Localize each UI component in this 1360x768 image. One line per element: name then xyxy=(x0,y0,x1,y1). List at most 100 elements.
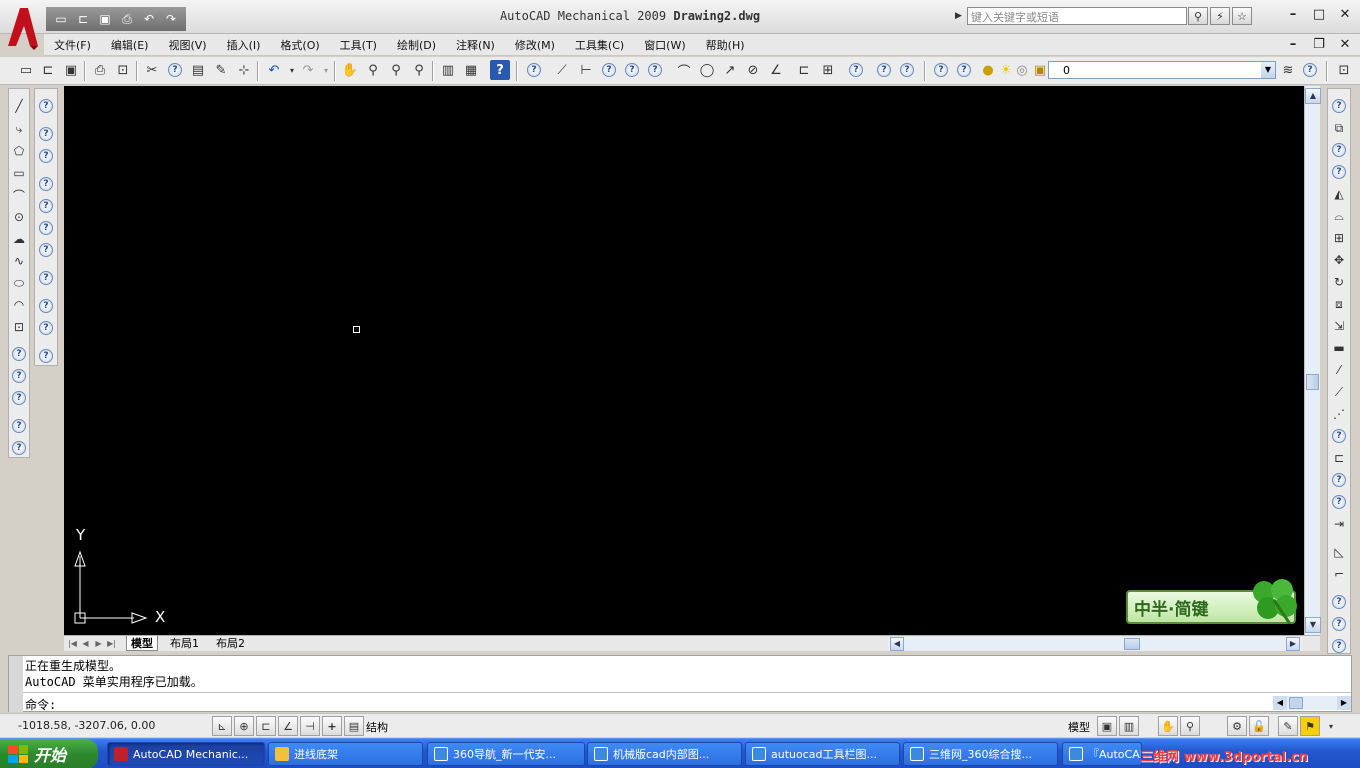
quick-view-layouts-icon[interactable]: ▣ xyxy=(1097,716,1117,736)
vertical-scrollbar[interactable]: ▲ ▼ xyxy=(1304,86,1321,635)
tool-unknown-icon[interactable]: ? xyxy=(36,297,56,315)
redo-icon[interactable]: ↷ xyxy=(162,10,180,28)
tool-unknown-icon[interactable]: ? xyxy=(846,60,866,80)
layer-properties-icon[interactable]: ≋ xyxy=(1278,60,1298,80)
cut-icon[interactable]: ✂ xyxy=(142,60,162,80)
undo-icon[interactable]: ↶ xyxy=(140,10,158,28)
chamfer-icon[interactable]: ◺ xyxy=(1329,543,1349,561)
taskbar-item[interactable]: autuocad工具栏图... xyxy=(745,742,900,766)
tool-unknown-icon[interactable]: ? xyxy=(1329,427,1349,445)
tool-unknown-icon[interactable]: ? xyxy=(9,439,29,457)
copy-object-icon[interactable]: ⧉ xyxy=(1329,119,1349,137)
tool-unknown-icon[interactable]: ? xyxy=(622,60,642,80)
properties-right-icon[interactable]: ⊡ xyxy=(1334,60,1354,80)
layer-dropdown[interactable]: 0 ▼ xyxy=(1048,61,1276,79)
zoom-previous-icon[interactable]: ⚲ xyxy=(409,60,429,80)
mirror-icon[interactable]: ◭ xyxy=(1329,185,1349,203)
redo-icon[interactable]: ↷ xyxy=(298,60,318,80)
menu-help[interactable]: 帮助(H) xyxy=(696,37,755,53)
menu-format[interactable]: 格式(O) xyxy=(270,37,329,53)
minimize-window-icon[interactable]: – xyxy=(1286,8,1300,22)
taskbar-item[interactable]: 360导航_新一代安... xyxy=(427,742,585,766)
plot-preview-icon[interactable]: ⊡ xyxy=(113,60,133,80)
communication-icon[interactable]: ⚑ xyxy=(1300,716,1320,736)
menu-window[interactable]: 窗口(W) xyxy=(634,37,695,53)
tool-unknown-icon[interactable]: ? xyxy=(36,125,56,143)
new-file-icon[interactable]: ▭ xyxy=(52,10,70,28)
scroll-right-icon[interactable]: ▶ xyxy=(1337,696,1351,710)
match-properties-icon[interactable]: ✎ xyxy=(211,60,231,80)
object-snap-tracking-icon[interactable]: + xyxy=(322,716,342,736)
diameter-dimension-icon[interactable]: ⊘ xyxy=(743,60,763,80)
last-tab-icon[interactable]: ▶| xyxy=(106,638,117,649)
break-at-point-icon[interactable]: ⟋ xyxy=(1329,383,1349,401)
zoom-icon[interactable]: ⚲ xyxy=(1180,716,1200,736)
save-icon[interactable]: ▣ xyxy=(96,10,114,28)
block-editor-icon[interactable]: ⊹ xyxy=(234,60,254,80)
fillet-icon[interactable]: ⌐ xyxy=(1329,565,1349,583)
tool-unknown-icon[interactable]: ? xyxy=(599,60,619,80)
tool-unknown-icon[interactable]: ? xyxy=(1329,141,1349,159)
tool-unknown-icon[interactable]: ? xyxy=(645,60,665,80)
prev-tab-icon[interactable]: ◀ xyxy=(80,638,91,649)
extend-icon[interactable]: ⁄ xyxy=(1329,361,1349,379)
join-icon[interactable]: ⊏ xyxy=(1329,449,1349,467)
insert-block-icon[interactable]: ⊡ xyxy=(9,318,29,336)
menu-toolsets[interactable]: 工具集(C) xyxy=(565,37,634,53)
snap-mode-icon[interactable]: ⊾ xyxy=(212,716,232,736)
tab-layout1[interactable]: 布局1 xyxy=(166,636,203,651)
taskbar-item[interactable]: 机械版cad内部图... xyxy=(587,742,742,766)
quick-view-drawings-icon[interactable]: ▥ xyxy=(1119,716,1139,736)
command-scroll-thumb[interactable] xyxy=(1289,697,1303,709)
coordinate-readout[interactable]: -1018.58, -3207.06, 0.00 xyxy=(18,719,155,732)
menu-file[interactable]: 文件(F) xyxy=(44,37,101,53)
pan-icon[interactable]: ✋ xyxy=(1158,716,1178,736)
structure-label[interactable]: 结构 xyxy=(366,719,388,735)
layer-on-bulb-icon[interactable]: ● xyxy=(978,60,998,80)
undo-icon[interactable]: ↶ xyxy=(264,60,284,80)
tool-unknown-icon[interactable]: ? xyxy=(954,60,974,80)
polygon-icon[interactable]: ⬠ xyxy=(9,142,29,160)
tool-unknown-icon[interactable]: ? xyxy=(36,347,56,365)
tool-unknown-icon[interactable]: ? xyxy=(36,219,56,237)
command-window-grip[interactable] xyxy=(9,656,23,712)
help-book-icon[interactable]: ? xyxy=(490,60,510,80)
array-icon[interactable]: ⊞ xyxy=(1329,229,1349,247)
lock-toolbar-icon[interactable]: 🔓 xyxy=(1249,716,1269,736)
radius-dimension-icon[interactable]: ◯ xyxy=(697,60,717,80)
move-icon[interactable]: ✥ xyxy=(1329,251,1349,269)
taskbar-item[interactable]: 三维网_360综合搜... xyxy=(903,742,1058,766)
lengthen-icon[interactable]: ⇥ xyxy=(1329,515,1349,533)
properties-icon[interactable]: ▥ xyxy=(438,60,458,80)
taskbar-item[interactable]: 进线底架 xyxy=(268,742,423,766)
object-snap-icon[interactable]: ⊣ xyxy=(300,716,320,736)
calculator-icon[interactable]: ▦ xyxy=(461,60,481,80)
tool-unknown-icon[interactable]: ? xyxy=(1329,593,1349,611)
line-icon[interactable]: ╱ xyxy=(9,97,29,115)
tool-unknown-icon[interactable]: ? xyxy=(524,60,544,80)
scroll-right-icon[interactable]: ▶ xyxy=(1286,637,1300,651)
open-folder-icon[interactable]: ⊏ xyxy=(74,10,92,28)
tool-unknown-icon[interactable]: ? xyxy=(931,60,951,80)
menu-edit[interactable]: 编辑(E) xyxy=(101,37,159,53)
break-icon[interactable]: ⋰ xyxy=(1329,405,1349,423)
tray-settings-icon[interactable]: ✎ xyxy=(1278,716,1298,736)
spline-icon[interactable]: ∿ xyxy=(9,252,29,270)
chevron-down-icon[interactable]: ▼ xyxy=(1261,62,1275,78)
tab-model[interactable]: 模型 xyxy=(126,636,158,651)
zoom-window-icon[interactable]: ⚲ xyxy=(386,60,406,80)
trim-icon[interactable]: ▬ xyxy=(1329,339,1349,357)
ime-status-badge[interactable]: 中半·简键 xyxy=(1126,579,1297,624)
status-menu-chevron-icon[interactable]: ▾ xyxy=(1324,716,1338,736)
tool-unknown-icon[interactable]: ? xyxy=(36,269,56,287)
grid-display-icon[interactable]: ⊕ xyxy=(234,716,254,736)
tool-unknown-icon[interactable]: ? xyxy=(1329,163,1349,181)
circle-icon[interactable]: ⊙ xyxy=(9,208,29,226)
tool-unknown-icon[interactable]: ? xyxy=(9,367,29,385)
start-button[interactable]: 开始 xyxy=(0,739,98,768)
scroll-up-icon[interactable]: ▲ xyxy=(1305,88,1321,104)
first-tab-icon[interactable]: |◀ xyxy=(67,638,78,649)
doc-restore-icon[interactable]: ❐ xyxy=(1312,38,1326,52)
command-prompt[interactable]: 命令: xyxy=(25,696,56,713)
doc-close-icon[interactable]: ✕ xyxy=(1338,38,1352,52)
